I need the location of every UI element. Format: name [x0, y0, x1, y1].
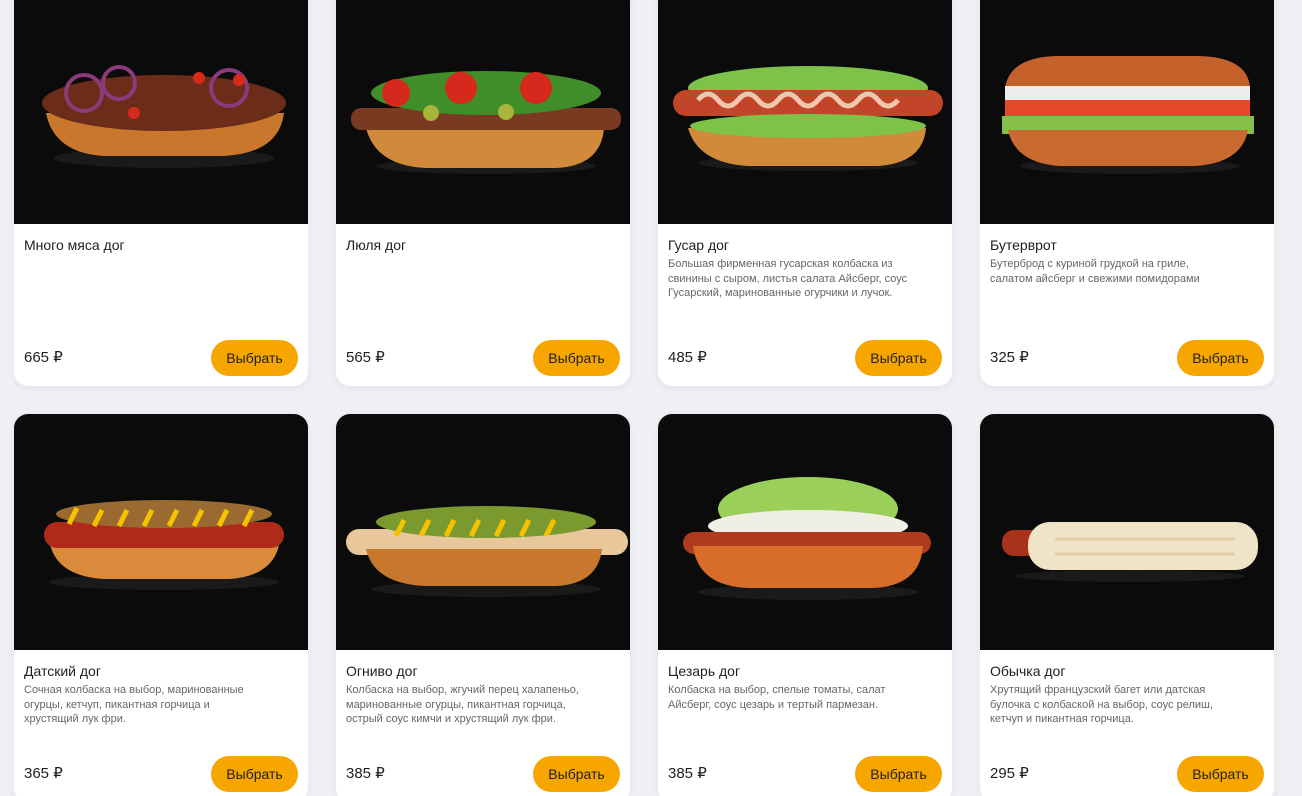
product-info: Гусар дог Большая фирменная гусарская ко…	[658, 224, 952, 386]
product-card[interactable]: Цезарь дог Колбаска на выбор, спелые том…	[658, 414, 952, 796]
product-price: 295 ₽	[990, 765, 1029, 782]
product-description: Хрутящий французский багет или датская б…	[990, 684, 1213, 725]
product-description: Колбаска на выбор, спелые томаты, салат …	[668, 684, 886, 711]
product-card[interactable]: Огниво дог Колбаска на выбор, жгучий пер…	[336, 414, 630, 796]
product-grid-row-2: Датский дог Сочная колбаска на выбор, ма…	[14, 414, 1274, 796]
select-button[interactable]: Выбрать	[211, 340, 298, 376]
product-description: Большая фирменная гусарская колбаска из …	[668, 258, 908, 299]
product-price: 385 ₽	[346, 765, 385, 782]
product-price: 385 ₽	[668, 765, 707, 782]
product-price: 565 ₽	[346, 349, 385, 366]
select-button[interactable]: Выбрать	[533, 756, 620, 792]
product-photo[interactable]	[658, 414, 952, 650]
product-photo[interactable]	[14, 0, 308, 224]
product-name[interactable]: Много мяса дог	[24, 236, 298, 254]
product-photo[interactable]	[336, 0, 630, 224]
product-name[interactable]: Огниво дог	[346, 662, 620, 680]
product-card[interactable]: Обычка дог Хрутящий французский багет ил…	[980, 414, 1274, 796]
product-name[interactable]: Гусар дог	[668, 236, 942, 254]
product-photo[interactable]	[14, 414, 308, 650]
product-name[interactable]: Бутерврот	[990, 236, 1264, 254]
product-grid: Много мяса дог 665 ₽ Выбрать Люля дог 56…	[14, 0, 1274, 386]
product-price: 485 ₽	[668, 349, 707, 366]
product-price: 325 ₽	[990, 349, 1029, 366]
product-description: Бутерброд с куриной грудкой на гриле, са…	[990, 258, 1200, 285]
product-info: Огниво дог Колбаска на выбор, жгучий пер…	[336, 650, 630, 796]
product-info: Цезарь дог Колбаска на выбор, спелые том…	[658, 650, 952, 796]
product-price: 365 ₽	[24, 765, 63, 782]
product-name[interactable]: Цезарь дог	[668, 662, 942, 680]
product-price: 665 ₽	[24, 349, 63, 366]
product-photo[interactable]	[980, 414, 1274, 650]
product-photo[interactable]	[336, 414, 630, 650]
product-info: Датский дог Сочная колбаска на выбор, ма…	[14, 650, 308, 796]
product-card[interactable]: Много мяса дог 665 ₽ Выбрать	[14, 0, 308, 386]
select-button[interactable]: Выбрать	[1177, 340, 1264, 376]
product-description: Колбаска на выбор, жгучий перец халапень…	[346, 684, 579, 725]
select-button[interactable]: Выбрать	[855, 756, 942, 792]
product-info: Много мяса дог 665 ₽ Выбрать	[14, 224, 308, 386]
select-button[interactable]: Выбрать	[1177, 756, 1264, 792]
product-photo[interactable]	[980, 0, 1274, 224]
product-info: Бутерврот Бутерброд с куриной грудкой на…	[980, 224, 1274, 386]
product-card[interactable]: Бутерврот Бутерброд с куриной грудкой на…	[980, 0, 1274, 386]
product-card[interactable]: Датский дог Сочная колбаска на выбор, ма…	[14, 414, 308, 796]
select-button[interactable]: Выбрать	[533, 340, 620, 376]
product-name[interactable]: Датский дог	[24, 662, 298, 680]
product-description: Сочная колбаска на выбор, маринованные о…	[24, 684, 244, 725]
product-name[interactable]: Люля дог	[346, 236, 620, 254]
product-card[interactable]: Гусар дог Большая фирменная гусарская ко…	[658, 0, 952, 386]
product-name[interactable]: Обычка дог	[990, 662, 1264, 680]
product-photo[interactable]	[658, 0, 952, 224]
select-button[interactable]: Выбрать	[211, 756, 298, 792]
select-button[interactable]: Выбрать	[855, 340, 942, 376]
product-info: Люля дог 565 ₽ Выбрать	[336, 224, 630, 386]
product-info: Обычка дог Хрутящий французский багет ил…	[980, 650, 1274, 796]
product-card[interactable]: Люля дог 565 ₽ Выбрать	[336, 0, 630, 386]
